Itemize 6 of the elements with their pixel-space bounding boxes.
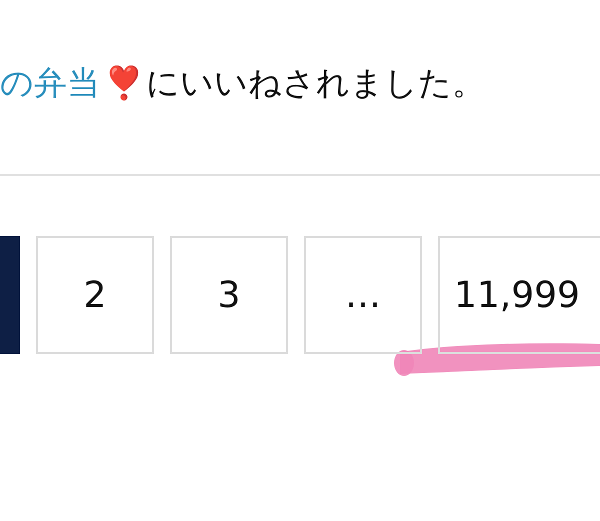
page-button[interactable]: 2 bbox=[36, 236, 154, 354]
page-button[interactable]: 3 bbox=[170, 236, 288, 354]
notification-text: にいいねされました。 bbox=[146, 62, 485, 104]
page-button[interactable]: … bbox=[304, 236, 422, 354]
post-link[interactable]: の弁当 bbox=[0, 60, 100, 106]
heart-emoji: ❣ bbox=[104, 64, 144, 102]
